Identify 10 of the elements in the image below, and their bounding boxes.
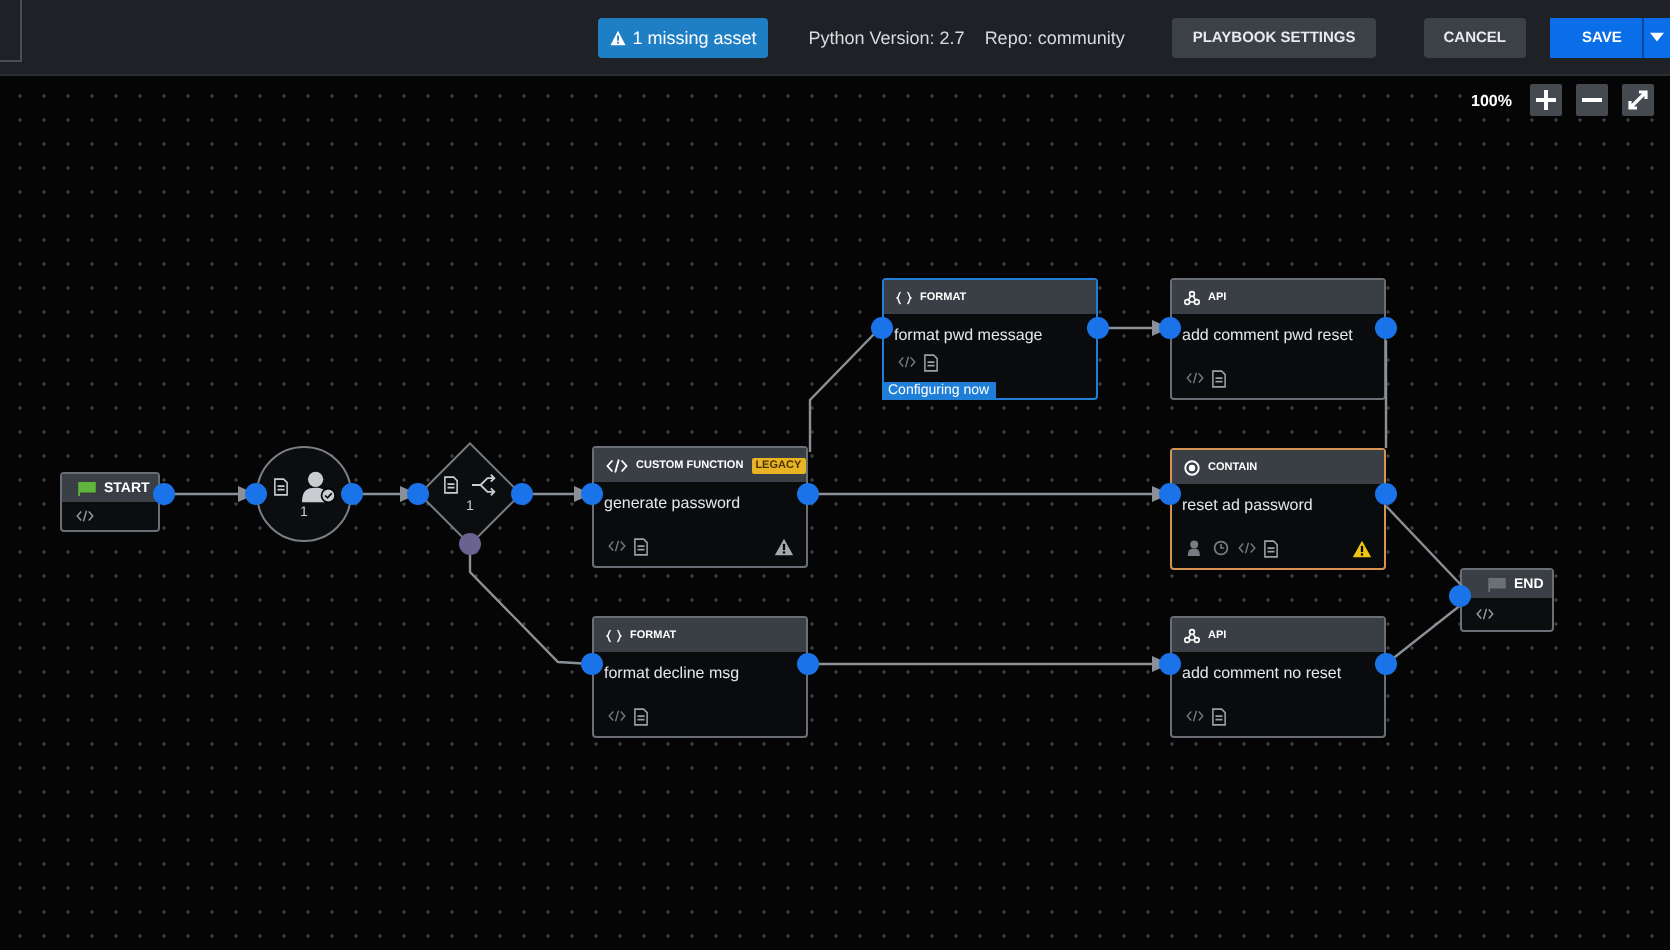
node-title: format pwd message <box>892 324 1045 344</box>
node-title: reset ad password <box>1180 494 1315 514</box>
repo-label: Repo: community <box>984 27 1125 47</box>
python-version: Python Version: 2.7 <box>808 27 965 47</box>
node-title: add comment pwd reset <box>1180 324 1355 344</box>
zoom-level: 100% <box>1471 91 1512 109</box>
node-title: add comment no reset <box>1180 662 1344 682</box>
node-title: generate password <box>602 492 743 512</box>
node-title: format decline msg <box>602 662 742 682</box>
missing-asset-button[interactable]: 1 missing asset <box>598 17 769 57</box>
